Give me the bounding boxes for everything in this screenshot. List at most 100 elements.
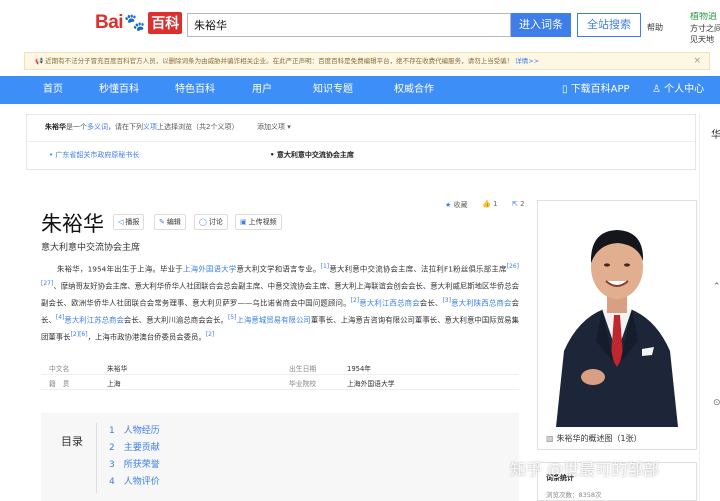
divider [27,141,695,142]
page-title: 朱裕华 [41,212,104,236]
share-button[interactable]: ⇱ 2 [512,200,525,208]
summary-picture-card[interactable]: ▨ 朱裕华的概述图（1张） [537,200,697,450]
nav-item-user[interactable]: 用户 [252,76,272,104]
chat-icon: ◯ [199,218,207,226]
thumb-up-icon: 👍 [482,200,491,208]
ref-2[interactable]: [2] [351,297,360,304]
speaker-icon: ◁ [118,218,124,226]
play-label: 播报 [125,218,140,226]
sense-item-italy[interactable]: • 意大利意中交流协会主席 [270,150,354,160]
upload-video-button[interactable]: ▣ 上传视频 [235,214,282,230]
side-panel-label: 华 [711,130,720,141]
discuss-button[interactable]: ◯ 讨论 [194,214,228,230]
help-link[interactable]: 帮助 [647,22,663,33]
baike-logo[interactable]: Bai 🐾 百科 [95,8,183,38]
summary-p2: 意大利文学和语言专业。 [236,264,321,274]
info-value-school: 上海外国语大学 [347,380,395,388]
edit-button[interactable]: ✎ 编辑 [154,214,186,230]
promo-line-1: 植物逍 [690,12,718,22]
link-shaanxi-chamber[interactable]: 意大利陕西总商会 [451,298,512,307]
ref-3[interactable]: [3] [442,297,451,304]
info-value-origin: 上海 [107,380,121,388]
close-icon[interactable]: × [693,53,701,69]
chevron-down-icon: ▾ [285,123,291,131]
stats-card-views: 浏览次数：8358次 [546,491,602,499]
info-row: 籍 贯 上海 毕业院校 上海外国语大学 [41,376,519,390]
user-center-link[interactable]: ♙ 个人中心 [652,76,704,104]
nav-item-featured[interactable]: 特色百科 [175,76,215,104]
header: Bai 🐾 百科 朱裕华 进入词条 全站搜索 帮助 植物逍 方寸之间 见天地 [0,0,720,48]
link-yicheng-trade[interactable]: 上海意城贸易有限公司 [236,315,310,324]
upload-video-label: 上传视频 [248,218,277,226]
download-app-label: 下载百科APP [570,84,630,95]
more-icon[interactable]: ⊙ [713,398,720,408]
download-app-link[interactable]: ▯ 下载百科APP [562,76,630,104]
photo-caption[interactable]: ▨ 朱裕华的概述图（1张） [546,433,642,444]
polysemy-box: 朱裕华是一个多义词，请在下列义项上选择浏览（共2个义项） 添加义项 ▾ • 广东… [26,114,696,170]
promo-line-3: 见天地 [690,35,714,44]
collect-label: 收藏 [453,201,468,209]
summary-p5: 会长、 [419,298,443,308]
nav-item-cooperation[interactable]: 权威合作 [394,76,434,104]
table-of-contents: 目录 1 人物经历 2 主要贡献 3 所获荣誉 4 人物评价 [41,413,519,501]
portrait-illustration [538,201,696,427]
nav-item-topics[interactable]: 知识专题 [313,76,353,104]
polysemy-text-c: ，请在下列 [108,123,143,131]
link-jiangsu-chamber[interactable]: 意大利江苏总商会 [64,315,124,324]
notice-details-link[interactable]: 详情>> [515,57,539,65]
info-key-name: 中文名 [49,365,70,373]
info-row: 中文名 朱裕华 出生日期 1954年 [41,361,519,375]
video-icon: ▣ [240,218,247,226]
lemma-summary: 朱裕华，1954年出生于上海。毕业于上海外国语大学意大利文学和语言专业。[1]意… [41,260,519,345]
toc-item-contributions[interactable]: 2 主要贡献 [109,440,160,453]
enter-lemma-button[interactable]: 进入词条 [511,13,571,37]
search-input[interactable]: 朱裕华 [187,13,511,37]
ref-26[interactable]: [26] [507,263,519,270]
portrait-photo[interactable] [538,201,696,427]
add-sense-button[interactable]: 添加义项 ▾ [257,122,291,132]
star-icon: ★ [445,201,452,209]
polysemy-text-a: 是一个 [66,123,87,131]
main-nav: 首页 秒懂百科 特色百科 用户 知识专题 权威合作 ▯ 下载百科APP ♙ 个人… [0,76,720,104]
toc-title: 目录 [61,435,83,448]
link-sisu[interactable]: 上海外国语大学 [183,264,237,273]
info-value-name: 朱裕华 [107,365,128,373]
right-side-panel: 华 ⌃ ⊙ [699,114,720,501]
edit-label: 编辑 [166,218,181,226]
ref-6[interactable]: [6] [79,331,88,338]
sense-item-guangdong[interactable]: • 广东省韶关市政府原秘书长 [49,150,139,160]
collect-button[interactable]: ★ 收藏 [445,200,468,210]
ref-27[interactable]: [27] [41,280,53,287]
logo-bai-text: Bai [95,12,124,33]
paw-icon: 🐾 [124,13,146,33]
toc-item-honors[interactable]: 3 所获荣誉 [109,457,160,470]
summary-p3: 意大利意中交流协会主席、法拉利F1粉丝俱乐部主席 [329,264,507,274]
chevron-up-icon[interactable]: ⌃ [713,282,720,292]
polysemy-sense-link[interactable]: 义项 [143,123,157,131]
promo-line-2: 方寸之间 [690,24,720,33]
divider [96,423,97,493]
add-sense-label: 添加义项 [257,123,285,131]
play-button[interactable]: ◁ 播报 [113,214,145,230]
like-count: 1 [492,200,498,208]
ref-2c[interactable]: [2] [206,331,215,338]
discuss-label: 讨论 [208,218,223,226]
info-value-birth: 1954年 [347,365,372,373]
summary-p9: ，上海市政协港澳台侨委员会委员。 [87,332,206,342]
polysemy-header: 朱裕华是一个多义词，请在下列义项上选择浏览（共2个义项） [45,122,238,132]
toc-item-evaluation[interactable]: 4 人物评价 [109,474,160,487]
ref-1[interactable]: [1] [321,263,330,270]
polysemy-word-link[interactable]: 多义词 [87,123,108,131]
image-icon: ▨ [546,434,554,443]
nav-item-home[interactable]: 首页 [43,76,63,104]
ref-2b[interactable]: [2] [71,331,80,338]
promo-banner[interactable]: 植物逍 方寸之间 见天地 [690,12,720,45]
logo-baike-text: 百科 [148,12,183,34]
notice-icon: 📢 [35,57,46,65]
search-all-button[interactable]: 全站搜索 [577,13,641,37]
nav-item-miaodong[interactable]: 秒懂百科 [99,76,139,104]
toc-item-experience[interactable]: 1 人物经历 [109,423,160,436]
sense-item-italy-label: 意大利意中交流协会主席 [276,151,354,159]
like-button[interactable]: 👍 1 [482,200,497,208]
link-jiangxi-chamber[interactable]: 意大利江西总商会 [359,298,420,307]
